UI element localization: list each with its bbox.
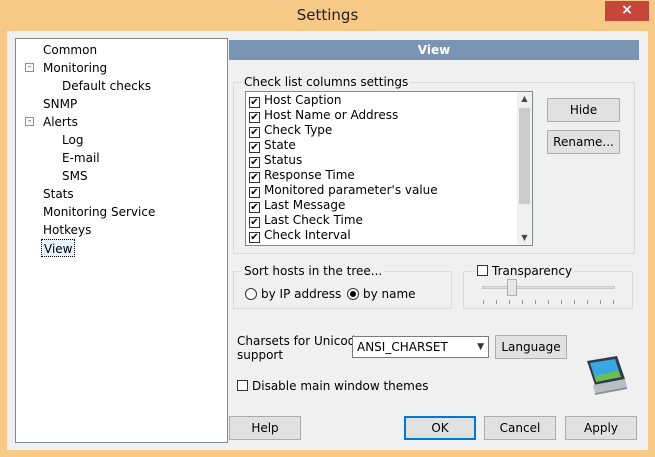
disable-themes-checkbox[interactable]: Disable main window themes bbox=[237, 379, 428, 393]
sort-by-ip-radio[interactable]: by IP address bbox=[245, 287, 341, 301]
column-item-label: Response Time bbox=[264, 168, 355, 182]
tree-item-alerts[interactable]: Alerts bbox=[41, 113, 80, 131]
ok-button[interactable]: OK bbox=[404, 416, 476, 440]
column-item-label: Host Caption bbox=[264, 93, 342, 107]
radio-name-indicator[interactable] bbox=[347, 288, 359, 300]
column-list-item[interactable]: ✔ Status bbox=[249, 153, 302, 168]
column-item-label: Monitored parameter's value bbox=[264, 183, 438, 197]
title-bar[interactable]: Settings × bbox=[0, 0, 655, 30]
column-item-label: Status bbox=[264, 153, 303, 167]
checkbox-indicator[interactable]: ✔ bbox=[249, 112, 260, 123]
checklist-scrollbar[interactable]: ▲ ▼ bbox=[517, 92, 532, 245]
checkbox-indicator[interactable]: ✔ bbox=[249, 187, 260, 198]
column-list-item[interactable]: ✔ Monitored parameter's value bbox=[249, 183, 438, 198]
sort-by-name-label: by name bbox=[363, 287, 416, 301]
check-icon: ✔ bbox=[250, 127, 259, 138]
check-icon: ✔ bbox=[250, 232, 259, 243]
transparency-slider-thumb[interactable] bbox=[506, 279, 517, 296]
tree-item-view[interactable]: View bbox=[41, 239, 76, 257]
column-list-item[interactable]: ✔ Last Message bbox=[249, 198, 345, 213]
sort-by-ip-label: by IP address bbox=[261, 287, 342, 301]
monitor-icon bbox=[587, 356, 627, 395]
cancel-button[interactable]: Cancel bbox=[484, 416, 556, 440]
column-item-label: Check Type bbox=[264, 123, 333, 137]
close-button[interactable]: × bbox=[605, 1, 649, 21]
hide-button[interactable]: Hide bbox=[547, 98, 620, 122]
checkbox-indicator[interactable]: ✔ bbox=[249, 202, 260, 213]
charset-value: ANSI_CHARSET bbox=[357, 340, 448, 354]
tree-item-stats[interactable]: Stats bbox=[41, 185, 76, 203]
chevron-down-icon[interactable]: ▼ bbox=[477, 337, 484, 357]
view-header: View bbox=[229, 40, 639, 60]
settings-window: Settings × Common - Monitoring Default chec… bbox=[0, 0, 655, 457]
charset-label-line1: Charsets for Unicode bbox=[237, 334, 363, 348]
check-icon: ✔ bbox=[250, 187, 259, 198]
transparency-label: Transparency bbox=[492, 264, 573, 278]
scroll-down-icon[interactable]: ▼ bbox=[517, 231, 532, 245]
sort-group-label: Sort hosts in the tree... bbox=[242, 264, 385, 278]
column-item-label: Last Message bbox=[264, 198, 346, 212]
check-icon: ✔ bbox=[250, 202, 259, 213]
window-title: Settings bbox=[296, 6, 359, 24]
column-list-item[interactable]: ✔ Check Type bbox=[249, 123, 332, 138]
tree-item-log[interactable]: Log bbox=[60, 131, 85, 149]
tree-expander-minus-icon[interactable]: - bbox=[25, 117, 34, 126]
tree-item-snmp[interactable]: SNMP bbox=[41, 95, 79, 113]
column-item-label: Last Check Time bbox=[264, 213, 363, 227]
check-icon: ✔ bbox=[250, 142, 259, 153]
checkbox-indicator[interactable]: ✔ bbox=[249, 97, 260, 108]
tree-item-sms[interactable]: SMS bbox=[60, 167, 90, 185]
tree-item-monitoring-service[interactable]: Monitoring Service bbox=[41, 203, 157, 221]
column-list-item[interactable]: ✔ Last Check Time bbox=[249, 213, 363, 228]
check-icon: ✔ bbox=[250, 157, 259, 168]
checkbox-indicator[interactable]: ✔ bbox=[249, 217, 260, 228]
tree-item-monitoring[interactable]: Monitoring bbox=[41, 59, 109, 77]
tree-expander-minus-icon[interactable]: - bbox=[25, 63, 34, 72]
check-icon: ✔ bbox=[250, 217, 259, 228]
column-list-item[interactable]: ✔ Response Time bbox=[249, 168, 355, 183]
check-icon: ✔ bbox=[250, 112, 259, 123]
checkbox-indicator[interactable]: ✔ bbox=[249, 232, 260, 243]
disable-themes-label: Disable main window themes bbox=[252, 379, 429, 393]
tree-item-default-checks[interactable]: Default checks bbox=[60, 77, 153, 95]
column-item-label: Host Name or Address bbox=[264, 108, 399, 122]
charset-select[interactable]: ANSI_CHARSET ▼ bbox=[352, 336, 489, 358]
tree-item-hotkeys[interactable]: Hotkeys bbox=[41, 221, 93, 239]
transparency-checkbox[interactable]: Transparency bbox=[475, 264, 575, 278]
charset-label-line2: support bbox=[237, 348, 284, 362]
sort-by-name-radio[interactable]: by name bbox=[347, 287, 416, 301]
checkbox-indicator[interactable]: ✔ bbox=[249, 142, 260, 153]
columns-group-label: Check list columns settings bbox=[242, 75, 411, 89]
apply-button[interactable]: Apply bbox=[565, 416, 637, 440]
column-list-item[interactable]: ✔ State bbox=[249, 138, 296, 153]
column-list-item[interactable]: ✔ Check Interval bbox=[249, 228, 351, 243]
help-button[interactable]: Help bbox=[229, 416, 301, 440]
check-icon: ✔ bbox=[250, 97, 259, 108]
transparency-check-indicator[interactable] bbox=[477, 265, 488, 276]
language-button[interactable]: Language bbox=[495, 335, 567, 359]
column-list-item[interactable]: ✔ Host Caption bbox=[249, 93, 341, 108]
rename-button[interactable]: Rename... bbox=[547, 130, 620, 154]
check-icon: ✔ bbox=[250, 172, 259, 183]
checkbox-indicator[interactable]: ✔ bbox=[249, 172, 260, 183]
close-icon: × bbox=[621, 2, 633, 18]
transparency-slider-ticks bbox=[483, 300, 616, 304]
tree-item-common[interactable]: Common bbox=[41, 41, 99, 59]
checkbox-indicator[interactable]: ✔ bbox=[249, 157, 260, 168]
settings-tree[interactable]: Common - Monitoring Default checks SNMP - Aler… bbox=[15, 38, 228, 443]
disable-themes-check-indicator[interactable] bbox=[237, 380, 248, 391]
checkbox-indicator[interactable]: ✔ bbox=[249, 127, 260, 138]
radio-ip-indicator[interactable] bbox=[245, 288, 257, 300]
column-list-item[interactable]: ✔ Host Name or Address bbox=[249, 108, 398, 123]
tree-item-e-mail[interactable]: E-mail bbox=[60, 149, 102, 167]
column-item-label: State bbox=[264, 138, 296, 152]
scroll-up-icon[interactable]: ▲ bbox=[517, 92, 532, 106]
column-item-label: Check Interval bbox=[264, 228, 351, 242]
scrollbar-thumb[interactable] bbox=[519, 108, 530, 204]
transparency-slider-track[interactable] bbox=[482, 286, 615, 289]
dialog-client: Common - Monitoring Default checks SNMP - Aler… bbox=[7, 31, 648, 450]
columns-checklist[interactable]: ✔ Check Interval ✔ Last Check Time ✔ Last Mes… bbox=[245, 91, 533, 246]
